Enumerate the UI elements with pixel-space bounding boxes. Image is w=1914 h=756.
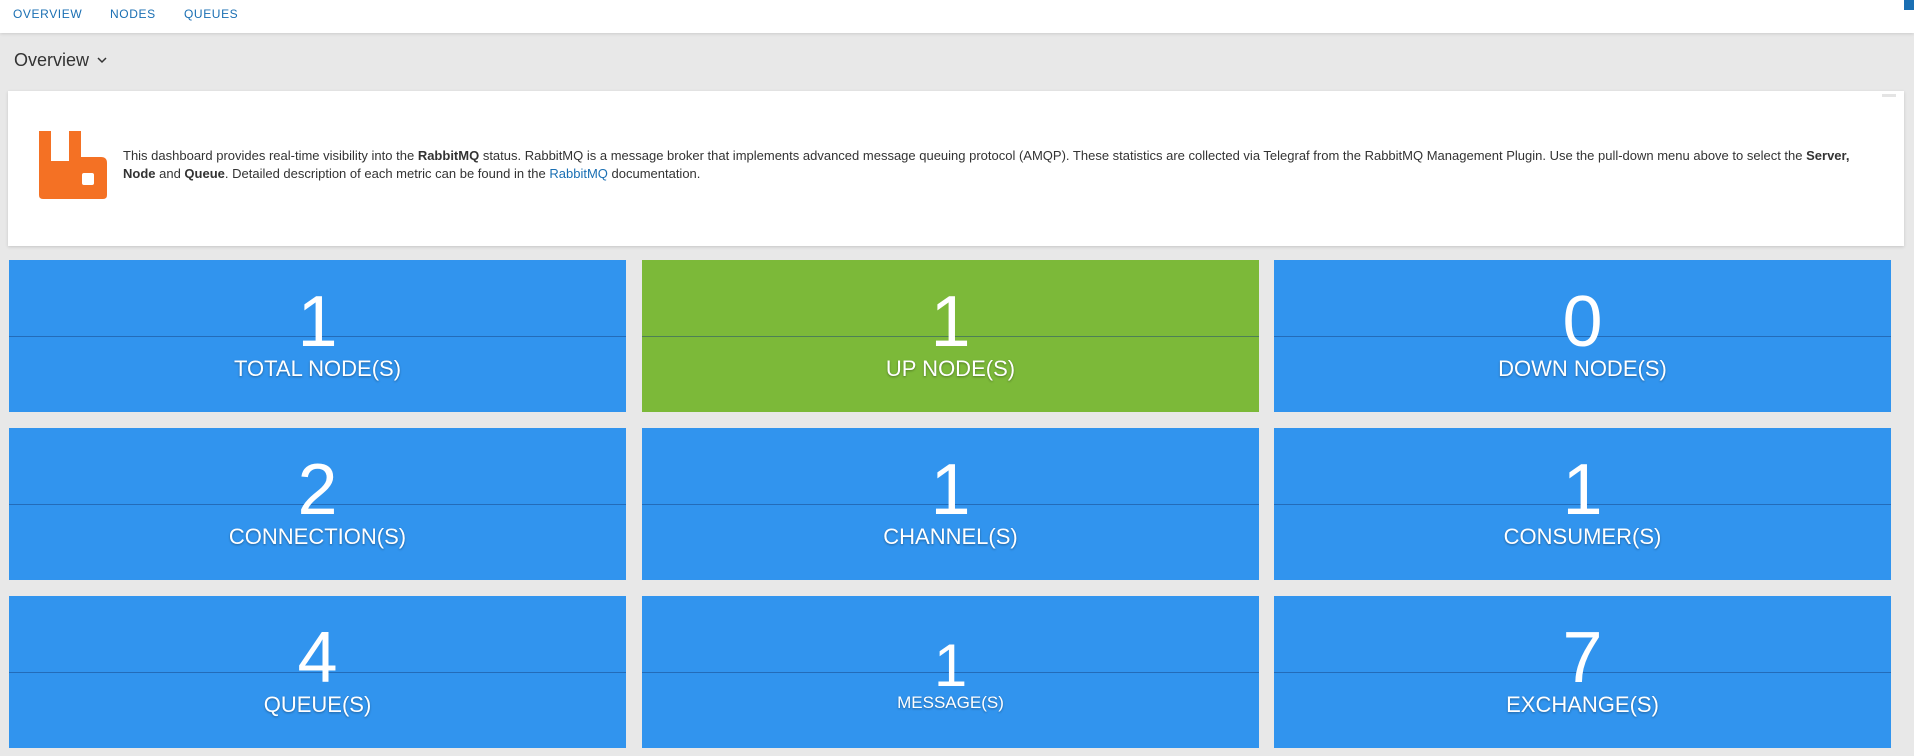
rabbitmq-documentation-link[interactable]: RabbitMQ xyxy=(549,166,608,181)
tile-value: 2 xyxy=(297,450,338,530)
tile-value: 7 xyxy=(1562,618,1603,698)
connections-tile[interactable]: 2 CONNECTION(S) xyxy=(8,427,627,581)
tile-label: CONNECTION(S) xyxy=(228,524,407,549)
tile-value: 1 xyxy=(930,282,971,362)
tile-value: 0 xyxy=(1562,282,1603,362)
nav-overview-link[interactable]: OVERVIEW xyxy=(13,7,82,21)
description-text: . Detailed description of each metric ca… xyxy=(224,166,550,181)
tile-label: CHANNEL(S) xyxy=(883,524,1018,549)
description-text: status. RabbitMQ is a message broker tha… xyxy=(479,148,1807,163)
top-navigation: OVERVIEW NODES QUEUES xyxy=(0,0,1914,33)
info-panel: This dashboard provides real-time visibi… xyxy=(8,91,1904,246)
tile-value: 1 xyxy=(297,282,338,362)
tile-label: UP NODE(S) xyxy=(885,356,1016,381)
corner-marker xyxy=(1904,0,1914,10)
panel-resize-handle[interactable] xyxy=(1882,94,1896,97)
description-text: This dashboard provides real-time visibi… xyxy=(123,148,418,163)
queues-tile[interactable]: 4 QUEUE(S) xyxy=(8,595,627,749)
nav-nodes-link[interactable]: NODES xyxy=(110,7,156,21)
total-nodes-tile[interactable]: 1 TOTAL NODE(S) xyxy=(8,259,627,413)
tile-label: TOTAL NODE(S) xyxy=(233,356,402,381)
messages-tile[interactable]: 1 MESSAGE(S) xyxy=(641,595,1260,749)
nav-queues-link[interactable]: QUEUES xyxy=(184,7,238,21)
description-text: documentation. xyxy=(607,166,701,181)
tile-label: MESSAGE(S) xyxy=(897,693,1004,712)
consumers-tile[interactable]: 1 CONSUMER(S) xyxy=(1273,427,1892,581)
page-title: Overview xyxy=(14,49,90,70)
tile-label: EXCHANGE(S) xyxy=(1506,692,1659,717)
tile-value: 4 xyxy=(297,618,338,698)
tile-label: CONSUMER(S) xyxy=(1503,524,1662,549)
exchanges-tile[interactable]: 7 EXCHANGE(S) xyxy=(1273,595,1892,749)
rabbitmq-logo-icon xyxy=(35,127,113,201)
dashboard-description: This dashboard provides real-time visibi… xyxy=(123,147,1883,183)
down-nodes-tile[interactable]: 0 DOWN NODE(S) xyxy=(1273,259,1892,413)
tile-value: 1 xyxy=(1562,450,1603,530)
description-bold-queue: Queue xyxy=(184,166,225,181)
description-text: and xyxy=(155,166,185,181)
channels-tile[interactable]: 1 CHANNEL(S) xyxy=(641,427,1260,581)
description-bold-rabbitmq: RabbitMQ xyxy=(417,148,480,163)
dashboard-selector[interactable]: Overview xyxy=(14,48,109,72)
chevron-down-icon xyxy=(95,53,109,67)
tile-value: 1 xyxy=(930,450,971,530)
tile-label: QUEUE(S) xyxy=(263,692,372,717)
up-nodes-tile[interactable]: 1 UP NODE(S) xyxy=(641,259,1260,413)
tile-label: DOWN NODE(S) xyxy=(1498,356,1667,381)
